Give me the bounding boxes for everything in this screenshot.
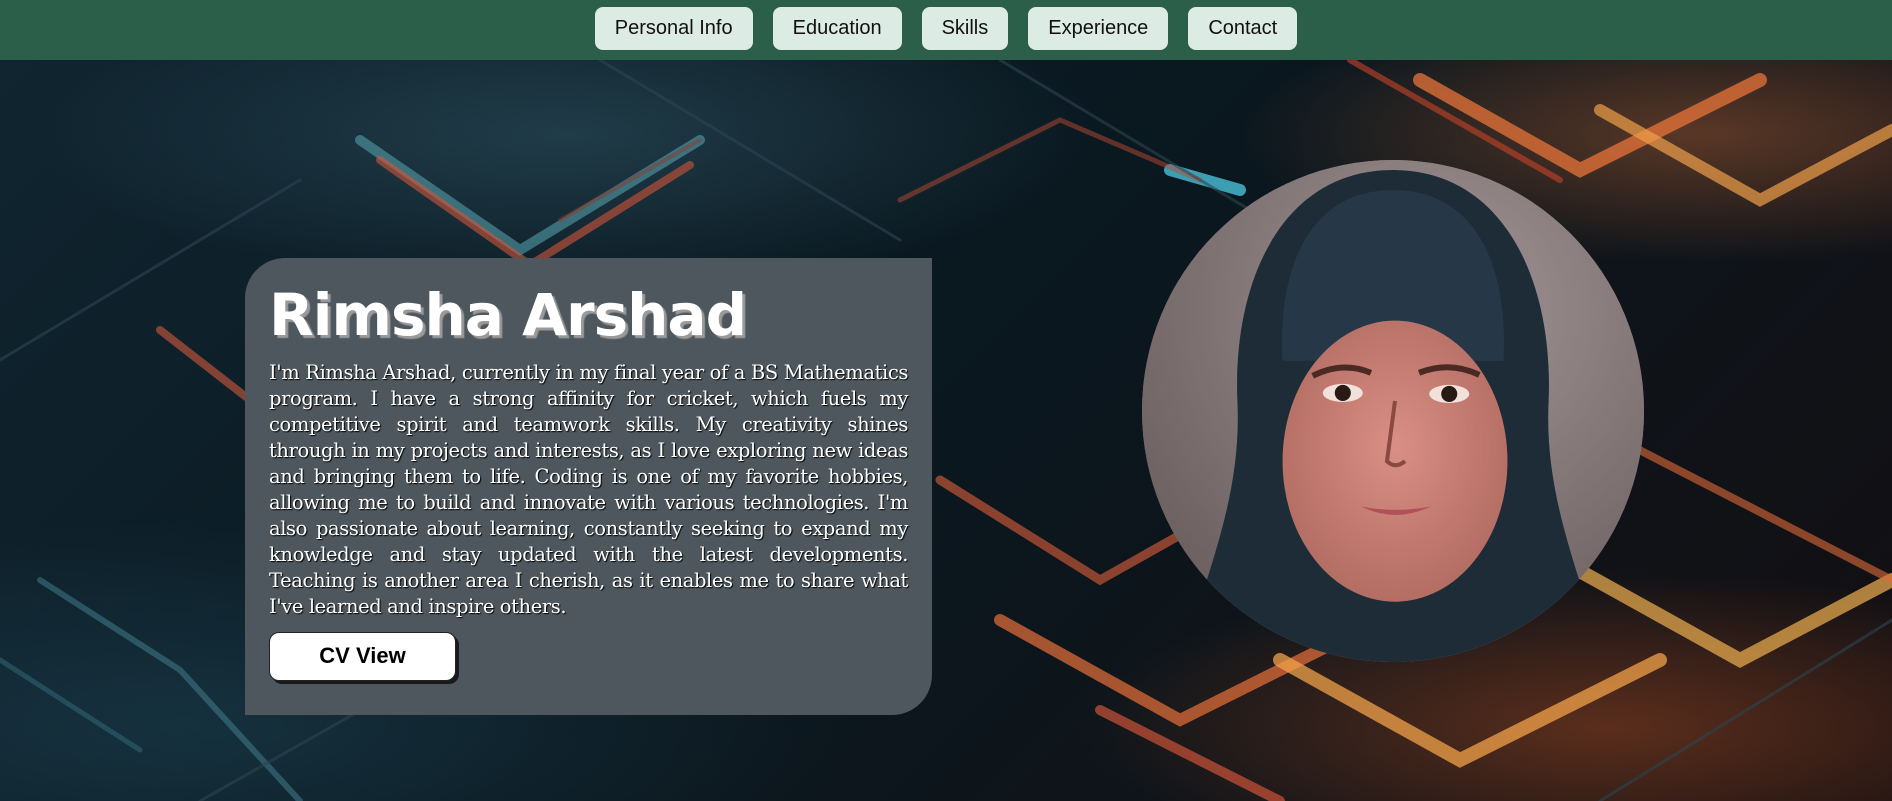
- intro-card: Rimsha Arshad I'm Rimsha Arshad, current…: [245, 258, 932, 715]
- profile-photo-portrait: [1142, 160, 1644, 662]
- nav-experience-button[interactable]: Experience: [1028, 6, 1169, 50]
- nav-skills-button[interactable]: Skills: [921, 6, 1009, 50]
- profile-name: Rimsha Arshad: [269, 281, 747, 349]
- cv-view-button[interactable]: CV View: [269, 631, 456, 681]
- nav-personal-info-button[interactable]: Personal Info: [594, 6, 753, 50]
- hero-section: Rimsha Arshad I'm Rimsha Arshad, current…: [0, 60, 1892, 801]
- nav-education-button[interactable]: Education: [772, 6, 902, 50]
- top-navbar: Personal Info Education Skills Experienc…: [0, 0, 1892, 60]
- profile-bio: I'm Rimsha Arshad, currently in my final…: [269, 360, 908, 618]
- profile-photo: [1142, 160, 1644, 662]
- nav-contact-button[interactable]: Contact: [1188, 6, 1298, 50]
